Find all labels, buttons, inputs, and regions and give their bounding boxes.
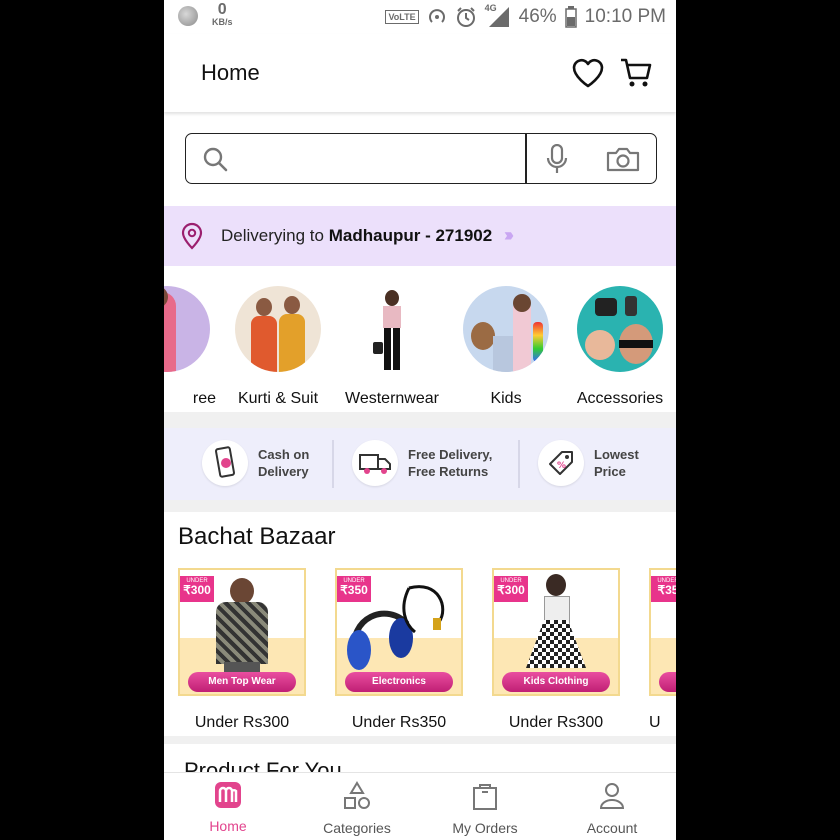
category-label: Accessories (576, 390, 664, 407)
category-image-kurti (235, 286, 321, 372)
nav-label: Home (209, 818, 247, 834)
location-pin-icon (181, 222, 203, 250)
tag-price: ₹300 (183, 583, 211, 597)
signal-icon: 4G (484, 3, 511, 28)
deal-label: U (649, 714, 661, 731)
trust-label: Cash on Delivery (258, 446, 309, 480)
tag-price: ₹35 (657, 583, 677, 597)
trust-free-delivery: Free Delivery, Free Returns (352, 440, 492, 486)
category-kids[interactable]: Kids (451, 286, 561, 408)
hotspot-icon (428, 9, 445, 23)
category-label: Kids (490, 390, 522, 407)
category-saree[interactable]: ree (164, 286, 222, 408)
app-screen: 0 KB/s VoLTE 4G 46% 10:10 PM Home Delive… (164, 0, 676, 840)
category-accessories[interactable]: Accessories (565, 286, 675, 408)
category-westernwear[interactable]: Westernwear (337, 286, 447, 408)
delivery-location-banner[interactable]: Deliverying to Madhaupur - 271902 ››› (164, 206, 676, 266)
section-divider (164, 736, 676, 744)
section-title: Bachat Bazaar (178, 523, 336, 550)
net-speed: 0 KB/s (212, 2, 233, 27)
svg-text:%: % (557, 461, 566, 471)
search-icon (203, 147, 228, 172)
account-icon (599, 783, 625, 809)
deal-label: Under Rs350 (351, 714, 447, 731)
nav-label: Account (586, 820, 638, 836)
section-divider (164, 412, 676, 428)
status-right: VoLTE 4G 46% 10:10 PM (385, 3, 666, 30)
deal-label: Under Rs300 (508, 714, 604, 731)
network-type: 4G (484, 3, 497, 13)
price-tag-badge: UNDER ₹300 (494, 576, 528, 602)
chevron-right-icon: ››› (504, 225, 514, 245)
volte-badge: VoLTE (385, 10, 419, 24)
cart-icon[interactable] (618, 54, 654, 90)
section-divider (164, 500, 676, 512)
trust-divider (332, 440, 334, 488)
nav-categories[interactable]: Categories (302, 781, 412, 836)
category-label: Westernwear (345, 390, 439, 407)
meesho-logo-icon (215, 782, 241, 808)
page-title: Home (201, 60, 260, 85)
trust-line: Price (594, 464, 626, 479)
clock: 10:10 PM (584, 6, 666, 27)
deal-label: Under Rs300 (194, 714, 290, 731)
search-divider (525, 134, 527, 183)
notification-icon (178, 6, 198, 26)
alarm-icon (456, 7, 475, 27)
camera-icon[interactable] (606, 146, 640, 172)
deal-category-pill: Men Top Wear (188, 672, 296, 692)
orders-bag-icon (473, 784, 497, 810)
bottom-navigation: Home Categories My Orders Account (164, 772, 676, 840)
net-speed-value: 0 (217, 1, 227, 18)
category-image-accessories (577, 286, 663, 372)
delivery-prefix: Deliverying to (221, 226, 324, 245)
trust-label: Lowest Price (594, 446, 639, 480)
trust-divider (518, 440, 520, 488)
deal-category-pill: Electronics (345, 672, 453, 692)
battery-icon (564, 6, 577, 28)
category-image-westernwear (349, 286, 435, 372)
category-label: ree (192, 390, 216, 407)
status-bar: 0 KB/s VoLTE 4G 46% 10:10 PM (164, 0, 676, 34)
delivery-truck-icon (352, 440, 398, 486)
deal-category-pill (659, 672, 676, 692)
price-tag-badge: UNDER ₹300 (180, 576, 214, 602)
trust-line: Cash on (258, 447, 310, 462)
wishlist-heart-icon[interactable] (570, 55, 606, 91)
trust-lowest-price: % Lowest Price (538, 440, 639, 486)
search-bar (185, 133, 657, 184)
microphone-icon[interactable] (546, 144, 568, 174)
category-label: Kurti & Suit (237, 390, 319, 407)
trust-line: Delivery (258, 464, 309, 479)
trust-cod: Cash on Delivery (202, 440, 309, 486)
category-carousel: ree Kurti & Suit Westernwear Kids Access… (164, 272, 676, 412)
category-kurti-suit[interactable]: Kurti & Suit (223, 286, 333, 408)
tag-price: ₹300 (497, 583, 525, 597)
categories-icon (344, 781, 370, 809)
trust-strip: Cash on Delivery Free Delivery, Free Retur… (164, 428, 676, 500)
category-image-kids (463, 286, 549, 372)
search-input[interactable] (238, 144, 522, 174)
nav-my-orders[interactable]: My Orders (430, 781, 540, 836)
deal-category-pill: Kids Clothing (502, 672, 610, 692)
battery-percent: 46% (518, 6, 557, 27)
price-tag-badge: UNDER₹35 (651, 576, 676, 602)
trust-line: Free Delivery, (408, 447, 493, 462)
delivery-location: Madhaupur - 271902 (328, 226, 493, 245)
nav-account[interactable]: Account (557, 781, 667, 836)
nav-home[interactable]: Home (173, 781, 283, 834)
delivery-text: Deliverying to Madhaupur - 271902 (221, 226, 492, 246)
top-app-bar: Home (164, 34, 676, 112)
nav-label: My Orders (452, 820, 518, 836)
price-tag-icon: % (538, 440, 584, 486)
tag-price: ₹350 (340, 583, 368, 597)
trust-label: Free Delivery, Free Returns (408, 446, 492, 480)
category-image-saree (164, 286, 210, 372)
nav-label: Categories (323, 820, 391, 836)
trust-line: Lowest (594, 447, 639, 462)
cash-on-delivery-icon (202, 440, 248, 486)
price-tag-badge: UNDER ₹350 (337, 576, 371, 602)
net-speed-unit: KB/s (212, 17, 233, 27)
trust-line: Free Returns (408, 464, 489, 479)
